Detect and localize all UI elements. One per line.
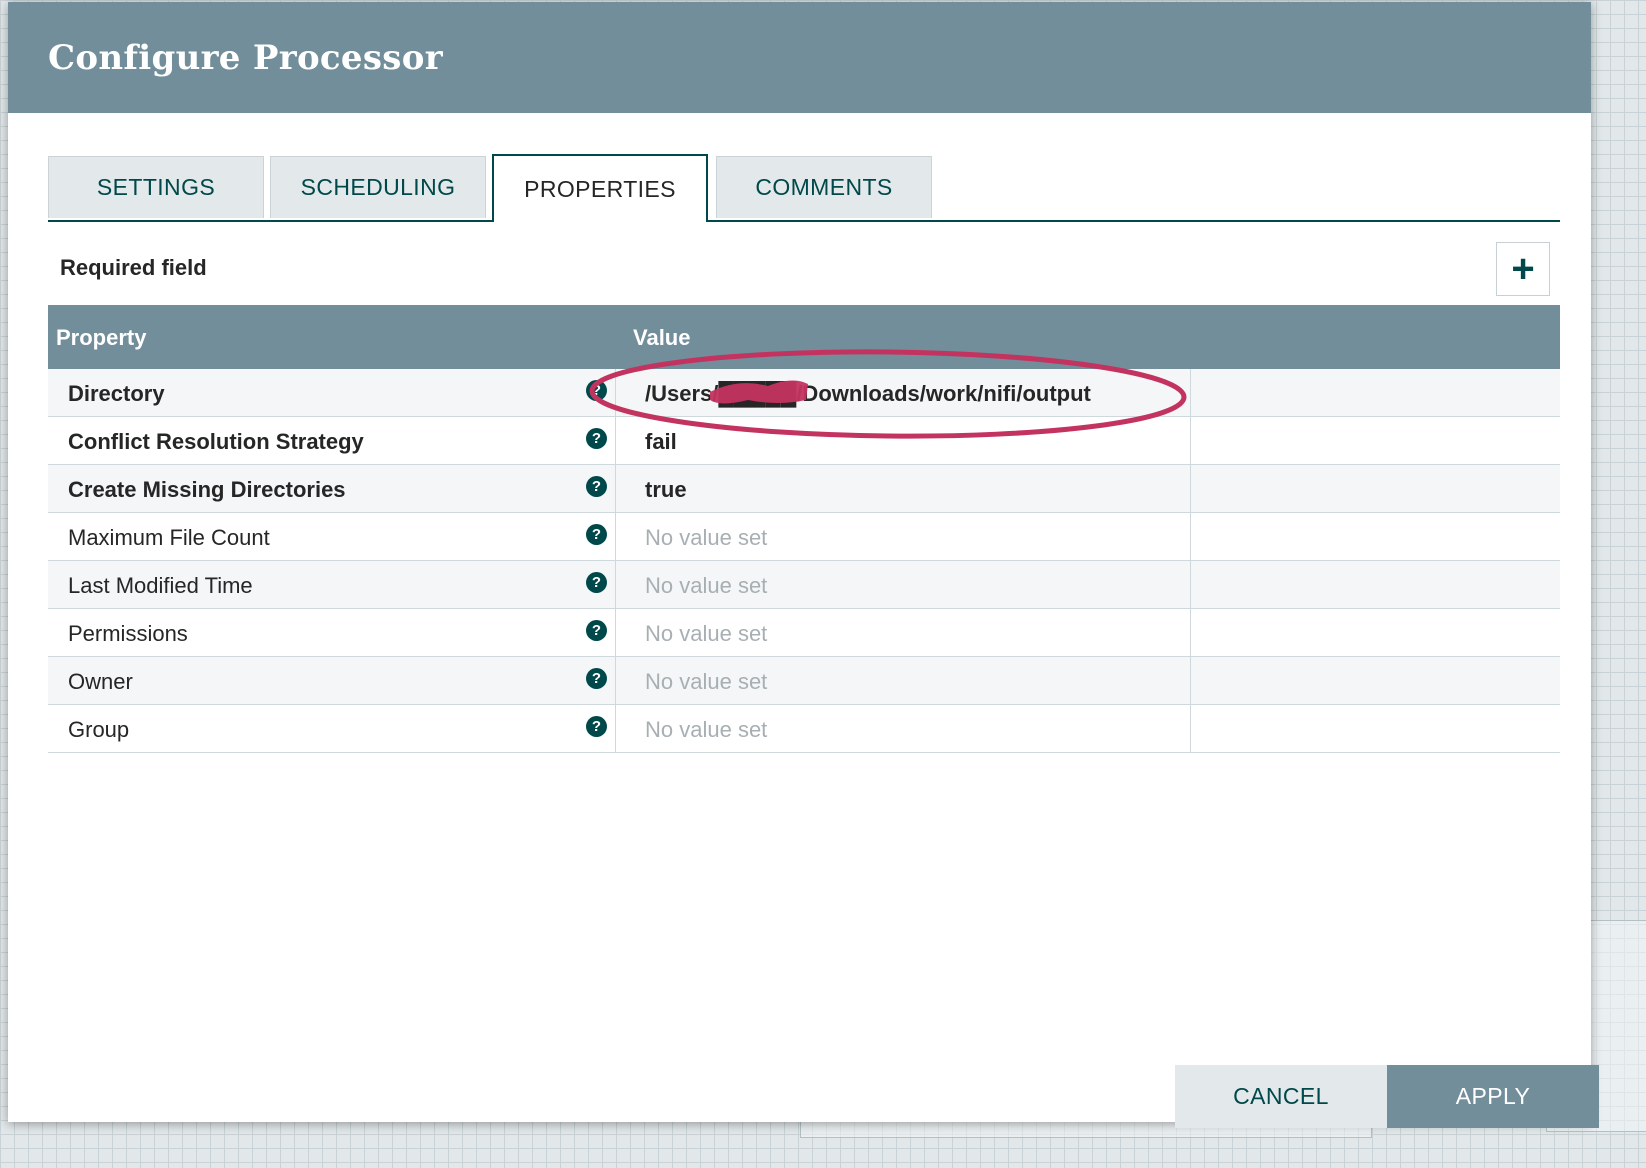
plus-icon: + (1511, 247, 1535, 291)
tab-comments[interactable]: COMMENTS (716, 156, 932, 218)
table-header: Property Value (48, 305, 1560, 369)
property-name: Maximum File Count (68, 525, 270, 550)
required-field-legend: Required field (60, 255, 207, 280)
apply-button[interactable]: APPLY (1387, 1065, 1599, 1128)
tab-underline (48, 220, 1560, 222)
question-circle-icon[interactable]: ? (586, 380, 607, 401)
property-name: Conflict Resolution Strategy (68, 429, 364, 454)
tab-scheduling[interactable]: SCHEDULING (270, 156, 486, 218)
property-name: Group (68, 717, 130, 742)
cell-divider (1190, 465, 1191, 512)
table-row[interactable]: Owner ? No value set (48, 657, 1560, 705)
cell-divider (615, 561, 616, 608)
question-circle-icon[interactable]: ? (586, 428, 607, 449)
properties-table: Property Value Directory ? /Users/█████/… (48, 305, 1560, 753)
tab-properties[interactable]: PROPERTIES (492, 154, 708, 222)
tab-settings[interactable]: SETTINGS (48, 156, 264, 218)
property-value[interactable]: fail (645, 429, 677, 455)
question-circle-icon[interactable]: ? (586, 476, 607, 497)
column-header-property: Property (56, 325, 147, 350)
cancel-button[interactable]: CANCEL (1175, 1065, 1387, 1128)
question-circle-icon[interactable]: ? (586, 668, 607, 689)
cell-divider (615, 513, 616, 560)
cell-divider (615, 369, 616, 416)
table-body: Directory ? /Users/█████/Downloads/work/… (48, 369, 1560, 753)
table-row[interactable]: Directory ? /Users/█████/Downloads/work/… (48, 369, 1560, 417)
property-value[interactable]: No value set (645, 669, 767, 695)
cell-divider (1190, 657, 1191, 704)
cell-divider (615, 465, 616, 512)
dialog-header: Configure Processor (8, 2, 1591, 113)
cell-divider (615, 705, 616, 752)
table-row[interactable]: Conflict Resolution Strategy ? fail (48, 417, 1560, 465)
table-row[interactable]: Group ? No value set (48, 705, 1560, 753)
property-name: Last Modified Time (68, 573, 253, 598)
property-value[interactable]: true (645, 477, 687, 503)
cell-divider (1190, 609, 1191, 656)
property-value[interactable]: No value set (645, 573, 767, 599)
question-circle-icon[interactable]: ? (586, 524, 607, 545)
property-name: Owner (68, 669, 133, 694)
cell-divider (1190, 705, 1191, 752)
cell-divider (1190, 417, 1191, 464)
table-row[interactable]: Last Modified Time ? No value set (48, 561, 1560, 609)
dialog-title: Configure Processor (48, 38, 443, 78)
property-value[interactable]: No value set (645, 525, 767, 551)
cell-divider (615, 609, 616, 656)
property-name: Create Missing Directories (68, 477, 346, 502)
tab-bar: SETTINGS SCHEDULING PROPERTIES COMMENTS (48, 154, 1560, 222)
property-name: Directory (68, 381, 165, 406)
cell-divider (615, 657, 616, 704)
cell-divider (1190, 513, 1191, 560)
add-property-button[interactable]: + (1496, 242, 1550, 296)
property-name: Permissions (68, 621, 188, 646)
property-value[interactable]: No value set (645, 717, 767, 743)
question-circle-icon[interactable]: ? (586, 716, 607, 737)
cell-divider (1190, 561, 1191, 608)
question-circle-icon[interactable]: ? (586, 572, 607, 593)
configure-processor-dialog: Configure Processor SETTINGS SCHEDULING … (8, 2, 1599, 1128)
cell-divider (615, 417, 616, 464)
column-header-value: Value (633, 325, 691, 350)
property-value[interactable]: No value set (645, 621, 767, 647)
property-value[interactable]: /Users/█████/Downloads/work/nifi/output (645, 381, 1091, 407)
table-row[interactable]: Create Missing Directories ? true (48, 465, 1560, 513)
cell-divider (1190, 369, 1191, 416)
table-row[interactable]: Permissions ? No value set (48, 609, 1560, 657)
table-row[interactable]: Maximum File Count ? No value set (48, 513, 1560, 561)
question-circle-icon[interactable]: ? (586, 620, 607, 641)
